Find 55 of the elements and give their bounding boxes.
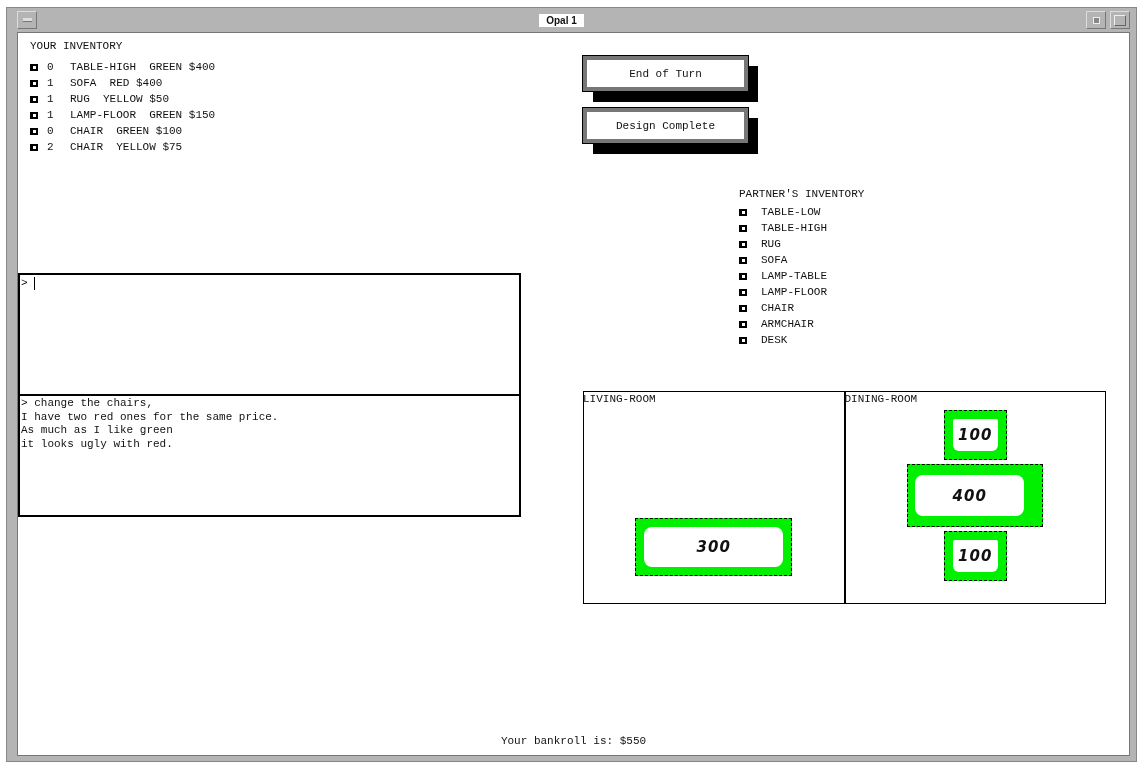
partner-item: TABLE-HIGH: [761, 222, 827, 234]
item-count: 2: [47, 141, 55, 153]
window-title: Opal 1: [539, 13, 584, 27]
bullet-icon: [739, 240, 747, 248]
bullet-icon: [739, 256, 747, 264]
item-count: 1: [47, 77, 55, 89]
item-count: 1: [47, 93, 55, 105]
maximize-button[interactable]: [1110, 11, 1130, 29]
furniture-piece[interactable]: 400: [907, 464, 1044, 527]
bullet-icon: [30, 111, 38, 119]
bullet-icon: [30, 143, 38, 151]
inventory-heading: YOUR INVENTORY: [29, 39, 124, 54]
furniture-piece[interactable]: 100: [943, 531, 1007, 581]
item-count: 0: [47, 125, 55, 137]
bullet-icon: [739, 208, 747, 216]
message-line: it looks ugly with red.: [21, 437, 174, 451]
partner-item: SOFA: [761, 254, 788, 266]
bullet-icon: [30, 63, 38, 71]
partner-item: LAMP-TABLE: [761, 270, 827, 282]
bullet-icon: [739, 272, 747, 280]
partner-item: TABLE-LOW: [761, 206, 821, 218]
bullet-icon: [739, 336, 747, 344]
inventory-item: CHAIR YELLOW $75: [70, 141, 183, 153]
bullet-icon: [739, 224, 747, 232]
partner-item: DESK: [761, 334, 788, 346]
furniture-piece[interactable]: 300: [635, 518, 793, 576]
message-line: > change the chairs,: [21, 397, 155, 411]
action-button[interactable]: Design Complete: [583, 108, 748, 143]
inventory-item: LAMP-FLOOR GREEN $150: [70, 109, 216, 121]
partner-inventory-heading: PARTNER'S INVENTORY: [739, 187, 866, 202]
bullet-icon: [30, 79, 38, 87]
bullet-icon: [30, 95, 38, 103]
bullet-icon: [30, 127, 38, 135]
bullet-icon: [739, 304, 747, 312]
partner-item: ARMCHAIR: [761, 318, 814, 330]
message-line: As much as I like green: [21, 424, 174, 438]
inventory-item: RUG YELLOW $50: [70, 93, 170, 105]
inventory-item: TABLE-HIGH GREEN $400: [70, 61, 216, 73]
inventory-item: SOFA RED $400: [70, 77, 163, 89]
minimize-button[interactable]: [1086, 11, 1106, 29]
partner-item: CHAIR: [761, 302, 794, 314]
furniture-piece[interactable]: 100: [943, 410, 1007, 460]
partner-item: RUG: [761, 238, 781, 250]
item-count: 0: [47, 61, 55, 73]
window-menu-button[interactable]: [17, 11, 37, 29]
action-button[interactable]: End of Turn: [583, 56, 748, 91]
item-count: 1: [47, 109, 55, 121]
inventory-item: CHAIR GREEN $100: [70, 125, 183, 137]
bankroll-text: Your bankroll is: $550: [499, 734, 648, 749]
bullet-icon: [739, 288, 747, 296]
partner-item: LAMP-FLOOR: [761, 286, 827, 298]
input-field[interactable]: >: [18, 273, 521, 396]
bullet-icon: [739, 320, 747, 328]
room-label: LIVING-ROOM: [583, 393, 656, 405]
message-line: I have two red ones for the same price.: [21, 410, 280, 424]
